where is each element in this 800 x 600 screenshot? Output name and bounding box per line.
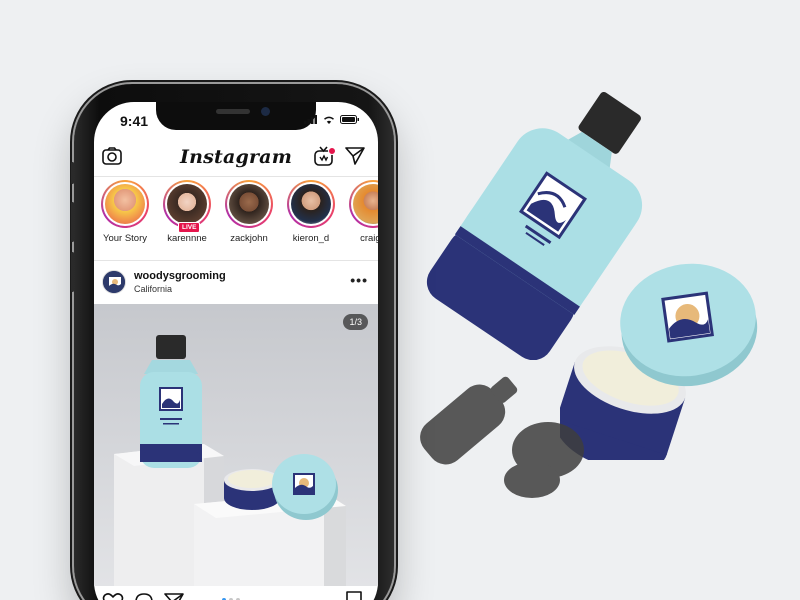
post-avatar[interactable] xyxy=(102,270,126,294)
heart-icon[interactable] xyxy=(102,592,124,600)
notch xyxy=(156,102,316,130)
post-photo xyxy=(94,304,378,586)
post-header: woodysgrooming California ••• xyxy=(94,267,378,301)
story-avatar xyxy=(291,184,331,224)
share-icon[interactable] xyxy=(164,592,184,600)
volume-down-button xyxy=(71,252,74,292)
post-actions xyxy=(94,586,378,600)
product-shadows xyxy=(420,376,584,498)
volume-up-button xyxy=(71,202,74,242)
comment-icon[interactable] xyxy=(134,592,154,600)
instagram-header: Instagram xyxy=(94,142,378,176)
wifi-icon xyxy=(324,116,334,124)
post-username[interactable]: woodysgrooming xyxy=(134,270,226,282)
story-karennne[interactable]: LIVE karennne xyxy=(156,180,218,244)
direct-send-icon[interactable] xyxy=(345,147,365,165)
stories-divider xyxy=(94,260,378,261)
story-label: kieron_d xyxy=(292,233,330,244)
story-label: zackjohn xyxy=(230,233,268,244)
phone-screen: 9:41 Instagram Your Story LIVE karennne … xyxy=(94,102,378,600)
bookmark-icon[interactable] xyxy=(346,591,362,600)
story-craig[interactable]: craig_ xyxy=(342,180,378,244)
status-time: 9:41 xyxy=(120,113,149,129)
story-your-story[interactable]: Your Story xyxy=(94,180,156,244)
battery-icon xyxy=(340,115,359,124)
stories-row: Your Story LIVE karennne zackjohn kieron… xyxy=(94,180,378,252)
speaker xyxy=(216,109,250,114)
story-label: craig_ xyxy=(360,233,378,244)
post-image[interactable]: 1/3 xyxy=(94,304,378,586)
mockup-scene: 9:41 Instagram Your Story LIVE karennne … xyxy=(0,0,800,600)
image-counter: 1/3 xyxy=(343,314,368,330)
more-options-icon[interactable]: ••• xyxy=(350,272,368,288)
story-avatar xyxy=(353,184,378,224)
front-camera xyxy=(261,107,270,116)
igtv-icon[interactable] xyxy=(314,146,336,166)
status-icons xyxy=(304,115,360,124)
story-kieron-d[interactable]: kieron_d xyxy=(280,180,342,244)
live-badge: LIVE xyxy=(178,222,201,233)
story-zackjohn[interactable]: zackjohn xyxy=(218,180,280,244)
story-label: karennne xyxy=(167,233,207,244)
header-divider xyxy=(94,176,378,177)
post-location[interactable]: California xyxy=(134,284,172,294)
story-avatar xyxy=(167,184,207,224)
story-label: Your Story xyxy=(102,233,147,244)
story-avatar xyxy=(105,184,145,224)
signal-icon xyxy=(304,115,317,124)
mute-switch xyxy=(71,162,74,184)
story-avatar xyxy=(229,184,269,224)
phone-device: 9:41 Instagram Your Story LIVE karennne … xyxy=(71,84,394,600)
